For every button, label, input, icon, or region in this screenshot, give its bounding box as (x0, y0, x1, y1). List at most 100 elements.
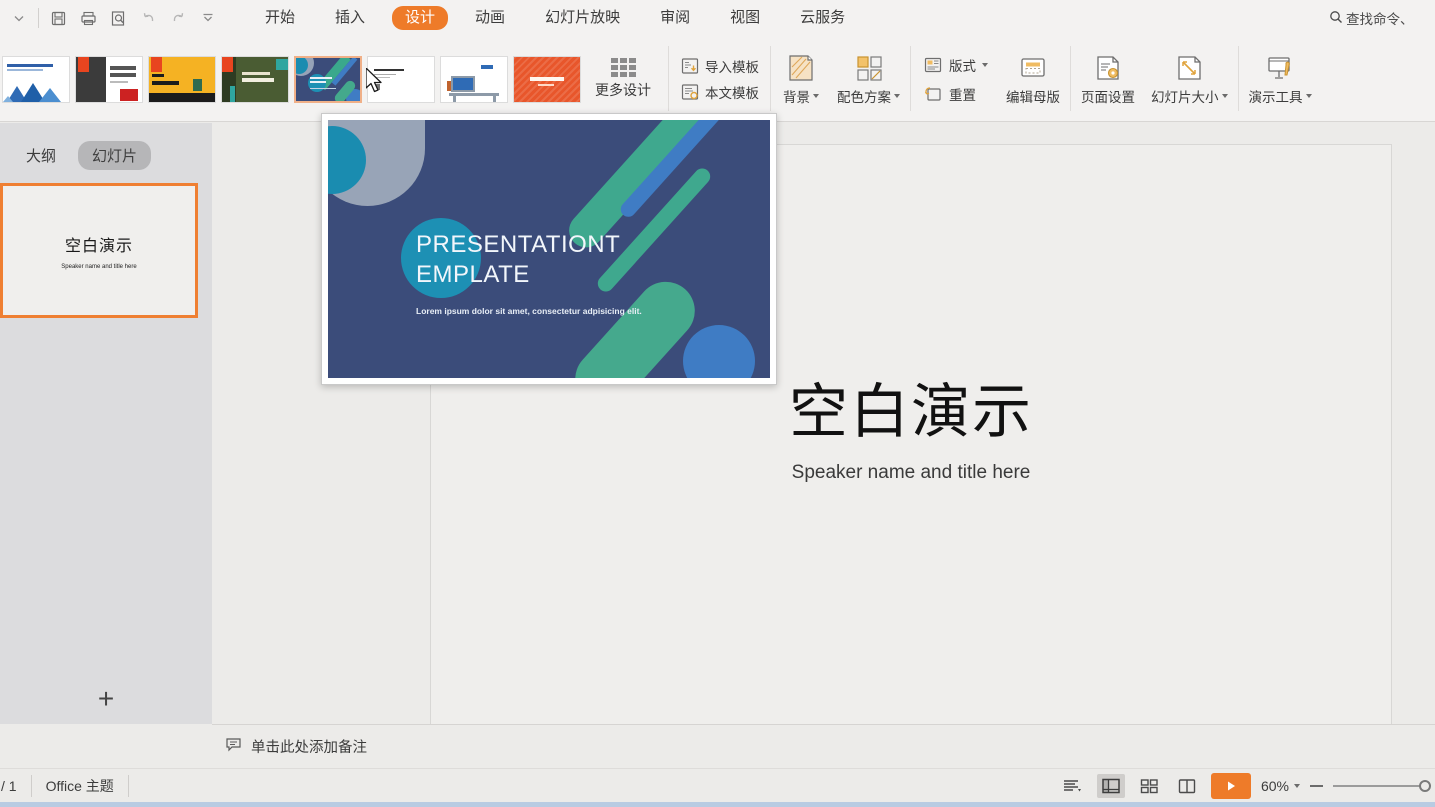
color-scheme-button[interactable]: 配色方案 (829, 36, 908, 122)
chevron-down-icon[interactable] (1305, 93, 1312, 98)
import-template-button[interactable]: 导入模板 (680, 56, 759, 76)
chevron-down-icon[interactable] (813, 93, 819, 98)
preview-subtitle: Lorem ipsum dolor sit amet, consectetur … (416, 306, 642, 316)
zoom-out-button[interactable] (1310, 784, 1323, 787)
print-preview-icon[interactable] (103, 3, 133, 33)
template-thumb-presentation-blue[interactable] (294, 55, 362, 103)
background-label: 背景 (783, 86, 819, 106)
panel-tabs: 大纲 幻灯片 (0, 123, 212, 170)
design-style-group: 背景 配色方案 (773, 36, 908, 122)
preview-title: PRESENTATIONT EMPLATE (416, 230, 620, 290)
chevron-down-icon[interactable] (894, 93, 900, 98)
tab-review[interactable]: 审阅 (647, 6, 703, 30)
notes-pane[interactable]: 单击此处添加备注 (212, 724, 1435, 768)
template-group: 导入模板 本文模板 (671, 36, 768, 122)
divider (910, 46, 911, 111)
edit-master-button[interactable]: 编辑母版 (998, 36, 1068, 122)
divider (668, 46, 669, 111)
search-command-box[interactable]: 查找命令、 (1329, 8, 1431, 28)
template-thumb-brand-appreciation[interactable] (221, 55, 289, 103)
background-icon (789, 54, 813, 81)
plus-icon: + (97, 683, 115, 714)
slide-size-button[interactable]: 幻灯片大小 (1143, 36, 1236, 122)
tab-slideshow[interactable]: 幻灯片放映 (532, 6, 633, 30)
title-bar: 开始 插入 设计 动画 幻灯片放映 审阅 视图 云服务 查找命令、 (0, 0, 1435, 36)
tab-animation[interactable]: 动画 (462, 6, 518, 30)
save-icon[interactable] (43, 3, 73, 33)
slide-subtitle-text[interactable]: Speaker name and title here (431, 462, 1391, 484)
tab-insert[interactable]: 插入 (322, 6, 378, 30)
slide-sorter-icon[interactable] (1135, 774, 1163, 798)
tab-start[interactable]: 开始 (252, 6, 308, 30)
background-button[interactable]: 背景 (773, 36, 829, 122)
template-thumb-orange-gratitude[interactable] (513, 55, 581, 103)
slide-thumbnail-title: 空白演示 (64, 237, 133, 255)
tab-cloud-service[interactable]: 云服务 (787, 6, 858, 30)
view-options-icon[interactable] (1059, 774, 1087, 798)
text-template-button[interactable]: 本文模板 (680, 82, 759, 102)
zoom-slider[interactable] (1333, 779, 1431, 792)
tab-design[interactable]: 设计 (392, 6, 449, 30)
edit-master-icon (1021, 57, 1045, 77)
os-taskbar (0, 802, 1435, 807)
decorative-shape-blue-circle (683, 325, 755, 378)
color-scheme-icon (856, 55, 882, 81)
divider (38, 8, 39, 28)
zoom-slider-handle[interactable] (1419, 779, 1431, 792)
reset-button[interactable]: 重置 (923, 84, 988, 104)
chevron-down-icon[interactable] (1221, 93, 1228, 98)
add-slide-button[interactable]: + (0, 674, 212, 724)
template-gallery: 更多设计 (0, 36, 666, 122)
theme-name[interactable]: Office 主题 (32, 774, 129, 797)
slide-panel: 大纲 幻灯片 空白演示 Speaker name and title here … (0, 123, 212, 724)
slide-thumbnail-subtitle: Speaker name and title here (61, 263, 137, 270)
more-design-label: 更多设计 (595, 82, 651, 98)
slide-thumbnail-1[interactable]: 空白演示 Speaker name and title here (0, 183, 198, 318)
template-thumb-company-introduction[interactable] (75, 55, 143, 103)
search-placeholder: 查找命令、 (1346, 12, 1414, 27)
template-thumb-desk-illustration[interactable] (440, 55, 508, 103)
tab-slides[interactable]: 幻灯片 (78, 141, 152, 170)
ribbon-tabs: 开始 插入 设计 动画 幻灯片放映 审阅 视图 云服务 (245, 0, 865, 36)
page-setup-icon (1097, 55, 1119, 80)
mouse-cursor (365, 67, 386, 101)
template-thumb-business-plan-2018[interactable] (148, 55, 216, 103)
print-icon[interactable] (73, 3, 103, 33)
import-template-label: 导入模板 (705, 60, 759, 75)
status-bar: / 1 Office 主题 60% (0, 768, 1435, 802)
tab-outline[interactable]: 大纲 (12, 141, 70, 170)
ribbon: 更多设计 导入模板 本文模板 背景 配色方案 版式 重置 编辑母版 页面设置 幻… (0, 36, 1435, 122)
customize-icon[interactable] (193, 3, 223, 33)
redo-icon[interactable] (163, 3, 193, 33)
import-template-icon (681, 58, 699, 74)
start-slideshow-button[interactable] (1210, 772, 1251, 799)
divider (770, 46, 771, 111)
reading-view-icon[interactable] (1173, 774, 1201, 798)
preview-title-line2: EMPLATE (416, 261, 530, 288)
page-setup-label: 页面设置 (1081, 89, 1135, 105)
edit-master-label: 编辑母版 (1006, 89, 1060, 105)
tab-view[interactable]: 视图 (717, 6, 773, 30)
text-template-label: 本文模板 (705, 86, 759, 101)
presentation-tools-button[interactable]: 演示工具 (1241, 36, 1320, 122)
chevron-down-icon[interactable] (982, 62, 988, 67)
design-gallery-group: 更多设计 (0, 36, 666, 122)
divider (1070, 46, 1071, 111)
tools-group: 演示工具 (1241, 36, 1320, 122)
page-setup-button[interactable]: 页面设置 (1073, 36, 1143, 122)
page-indicator: / 1 (0, 774, 32, 797)
zoom-level[interactable]: 60% (1261, 778, 1300, 794)
layout-label: 版式 (949, 58, 976, 74)
dropdown-caret-icon[interactable] (4, 3, 34, 33)
preview-title-line1: PRESENTATIONT (416, 231, 621, 258)
presentation-tools-icon (1268, 56, 1290, 79)
layout-button[interactable]: 版式 (923, 55, 988, 75)
undo-icon[interactable] (133, 3, 163, 33)
template-thumb-mountain-blue[interactable] (2, 55, 70, 103)
layout-icon (924, 57, 942, 72)
slide-size-icon (1178, 55, 1201, 80)
chevron-down-icon[interactable] (1294, 783, 1300, 788)
reset-icon (924, 86, 941, 101)
more-design-button[interactable]: 更多设计 (586, 49, 660, 109)
normal-view-icon[interactable] (1096, 773, 1125, 798)
